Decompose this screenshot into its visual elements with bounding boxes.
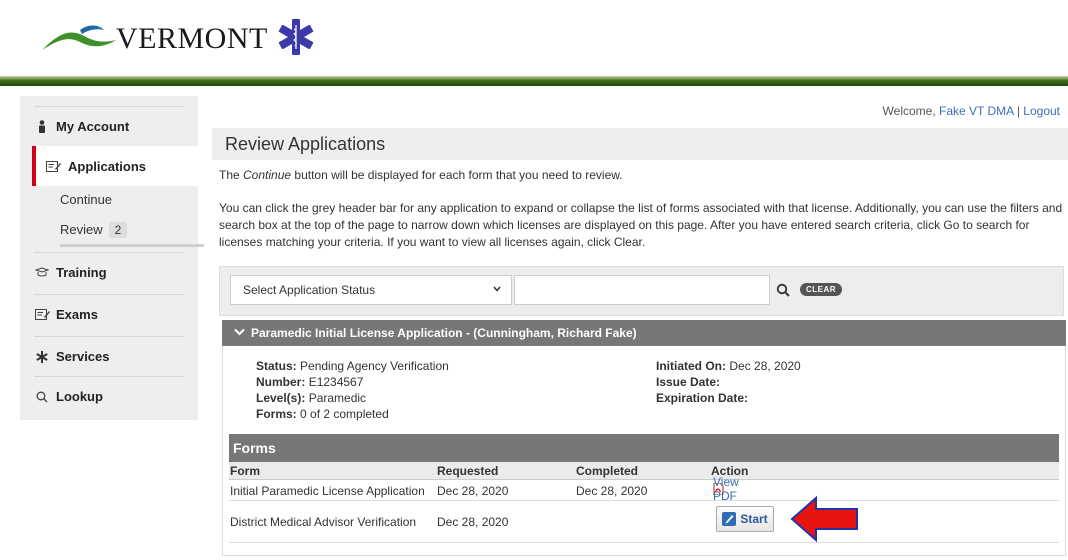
- edit-icon: [722, 512, 737, 526]
- submenu-divider: [60, 244, 204, 247]
- requested-date: Dec 28, 2020: [437, 515, 509, 529]
- field-label: Initiated On:: [656, 359, 726, 373]
- column-header: Form: [230, 464, 260, 478]
- select-value: Select Application Status: [243, 283, 376, 297]
- forms-table-header: Form Requested Completed Action: [229, 462, 1059, 480]
- form-name: Initial Paramedic License Application: [230, 484, 425, 498]
- sidebar-item-label: Applications: [68, 158, 147, 174]
- vermont-logo: VERMONT: [40, 8, 316, 64]
- star-of-life-icon: [34, 350, 50, 363]
- sidebar-item-label: Training: [56, 265, 107, 280]
- start-button-label: Start: [740, 512, 768, 526]
- description-continue: The Continue button will be displayed fo…: [219, 167, 1064, 184]
- field-label: Number:: [256, 375, 306, 389]
- initiated-value: Dec 28, 2020: [729, 359, 801, 373]
- sidebar-item-label: Services: [56, 349, 110, 364]
- field-label: Status:: [256, 359, 297, 373]
- sidebar-item-label: Lookup: [56, 389, 103, 404]
- page-title-text: Review Applications: [225, 133, 386, 154]
- chevron-down-icon: [234, 327, 245, 339]
- sidebar-item-label: My Account: [56, 119, 130, 134]
- description-emphasis: Continue: [243, 168, 292, 182]
- welcome-bar: Welcome, Fake VT DMA | Logout: [883, 104, 1060, 118]
- number-value: E1234567: [308, 375, 364, 389]
- search-icon[interactable]: [776, 283, 790, 297]
- requested-date: Dec 28, 2020: [437, 484, 509, 498]
- brand-name: VERMONT: [116, 22, 268, 55]
- sidebar-item-label: Exams: [56, 307, 98, 322]
- forms-progress-value: 0 of 2 completed: [300, 407, 389, 421]
- sidebar-subitem-label: Review: [60, 222, 103, 237]
- edit-document-icon: [46, 160, 62, 173]
- table-row: Initial Paramedic License Application De…: [229, 475, 1059, 503]
- logout-link[interactable]: Logout: [1023, 104, 1060, 118]
- green-mountain-swoosh-icon: [42, 25, 116, 50]
- description-text: button will be displayed for each form t…: [291, 168, 623, 182]
- status-value: Pending Agency Verification: [300, 359, 449, 373]
- sidebar-item-training[interactable]: Training: [34, 252, 184, 292]
- description-filters: You can click the grey header bar for an…: [219, 201, 1063, 249]
- sidebar-item-exams[interactable]: Exams: [34, 294, 184, 334]
- graduation-cap-icon: [34, 267, 50, 278]
- person-icon: [34, 120, 50, 133]
- forms-title: Forms: [233, 440, 276, 456]
- clear-button[interactable]: CLEAR: [800, 283, 843, 296]
- search-input[interactable]: [514, 275, 770, 305]
- review-count-badge: 2: [108, 222, 128, 238]
- user-name-link[interactable]: Fake VT DMA: [939, 104, 1013, 118]
- table-row: District Medical Advisor Verification De…: [229, 501, 1059, 543]
- separator: |: [1016, 104, 1020, 118]
- license-info-right: Initiated On: Dec 28, 2020 Issue Date: E…: [656, 358, 801, 406]
- sidebar: My Account Applications Continue Review 2…: [20, 96, 204, 420]
- sidebar-item-lookup[interactable]: Lookup: [34, 376, 184, 416]
- application-status-select[interactable]: Select Application Status: [230, 275, 512, 305]
- description-text: The: [219, 168, 244, 182]
- view-pdf-label: View PDF: [713, 475, 739, 503]
- column-header: Completed: [576, 464, 639, 478]
- completed-date: Dec 28, 2020: [576, 484, 648, 498]
- column-header: Requested: [437, 464, 499, 478]
- field-label: Forms:: [256, 407, 297, 421]
- sidebar-subitem-continue[interactable]: Continue: [60, 192, 112, 207]
- header-divider: [0, 76, 1068, 86]
- field-label: Issue Date:: [656, 375, 721, 389]
- sidebar-subitem-review[interactable]: Review 2: [60, 222, 128, 238]
- edit-document-icon: [34, 308, 50, 321]
- field-label: Expiration Date:: [656, 391, 749, 405]
- red-arrow-annotation-icon: [790, 495, 858, 543]
- view-pdf-link[interactable]: View PDF: [713, 475, 739, 503]
- license-header-text: Paramedic Initial License Application - …: [251, 326, 637, 340]
- page-title: Review Applications: [212, 128, 1068, 160]
- chevron-down-icon: [493, 286, 501, 292]
- start-button[interactable]: Start: [716, 506, 774, 532]
- welcome-text: Welcome,: [882, 104, 936, 118]
- star-of-life-icon: [278, 19, 314, 55]
- form-name: District Medical Advisor Verification: [230, 515, 417, 529]
- search-icon: [34, 391, 50, 403]
- field-label: Level(s):: [256, 391, 306, 405]
- license-header-bar[interactable]: Paramedic Initial License Application - …: [222, 320, 1066, 346]
- levels-value: Paramedic: [308, 391, 367, 405]
- filter-panel: Select Application Status CLEAR: [219, 266, 1064, 316]
- sidebar-item-applications[interactable]: Applications: [32, 146, 204, 186]
- sidebar-item-my-account[interactable]: My Account: [34, 106, 184, 146]
- forms-section-header: Forms: [229, 434, 1059, 462]
- license-info-left: Status: Pending Agency Verification Numb…: [256, 358, 449, 422]
- sidebar-item-services[interactable]: Services: [34, 336, 184, 376]
